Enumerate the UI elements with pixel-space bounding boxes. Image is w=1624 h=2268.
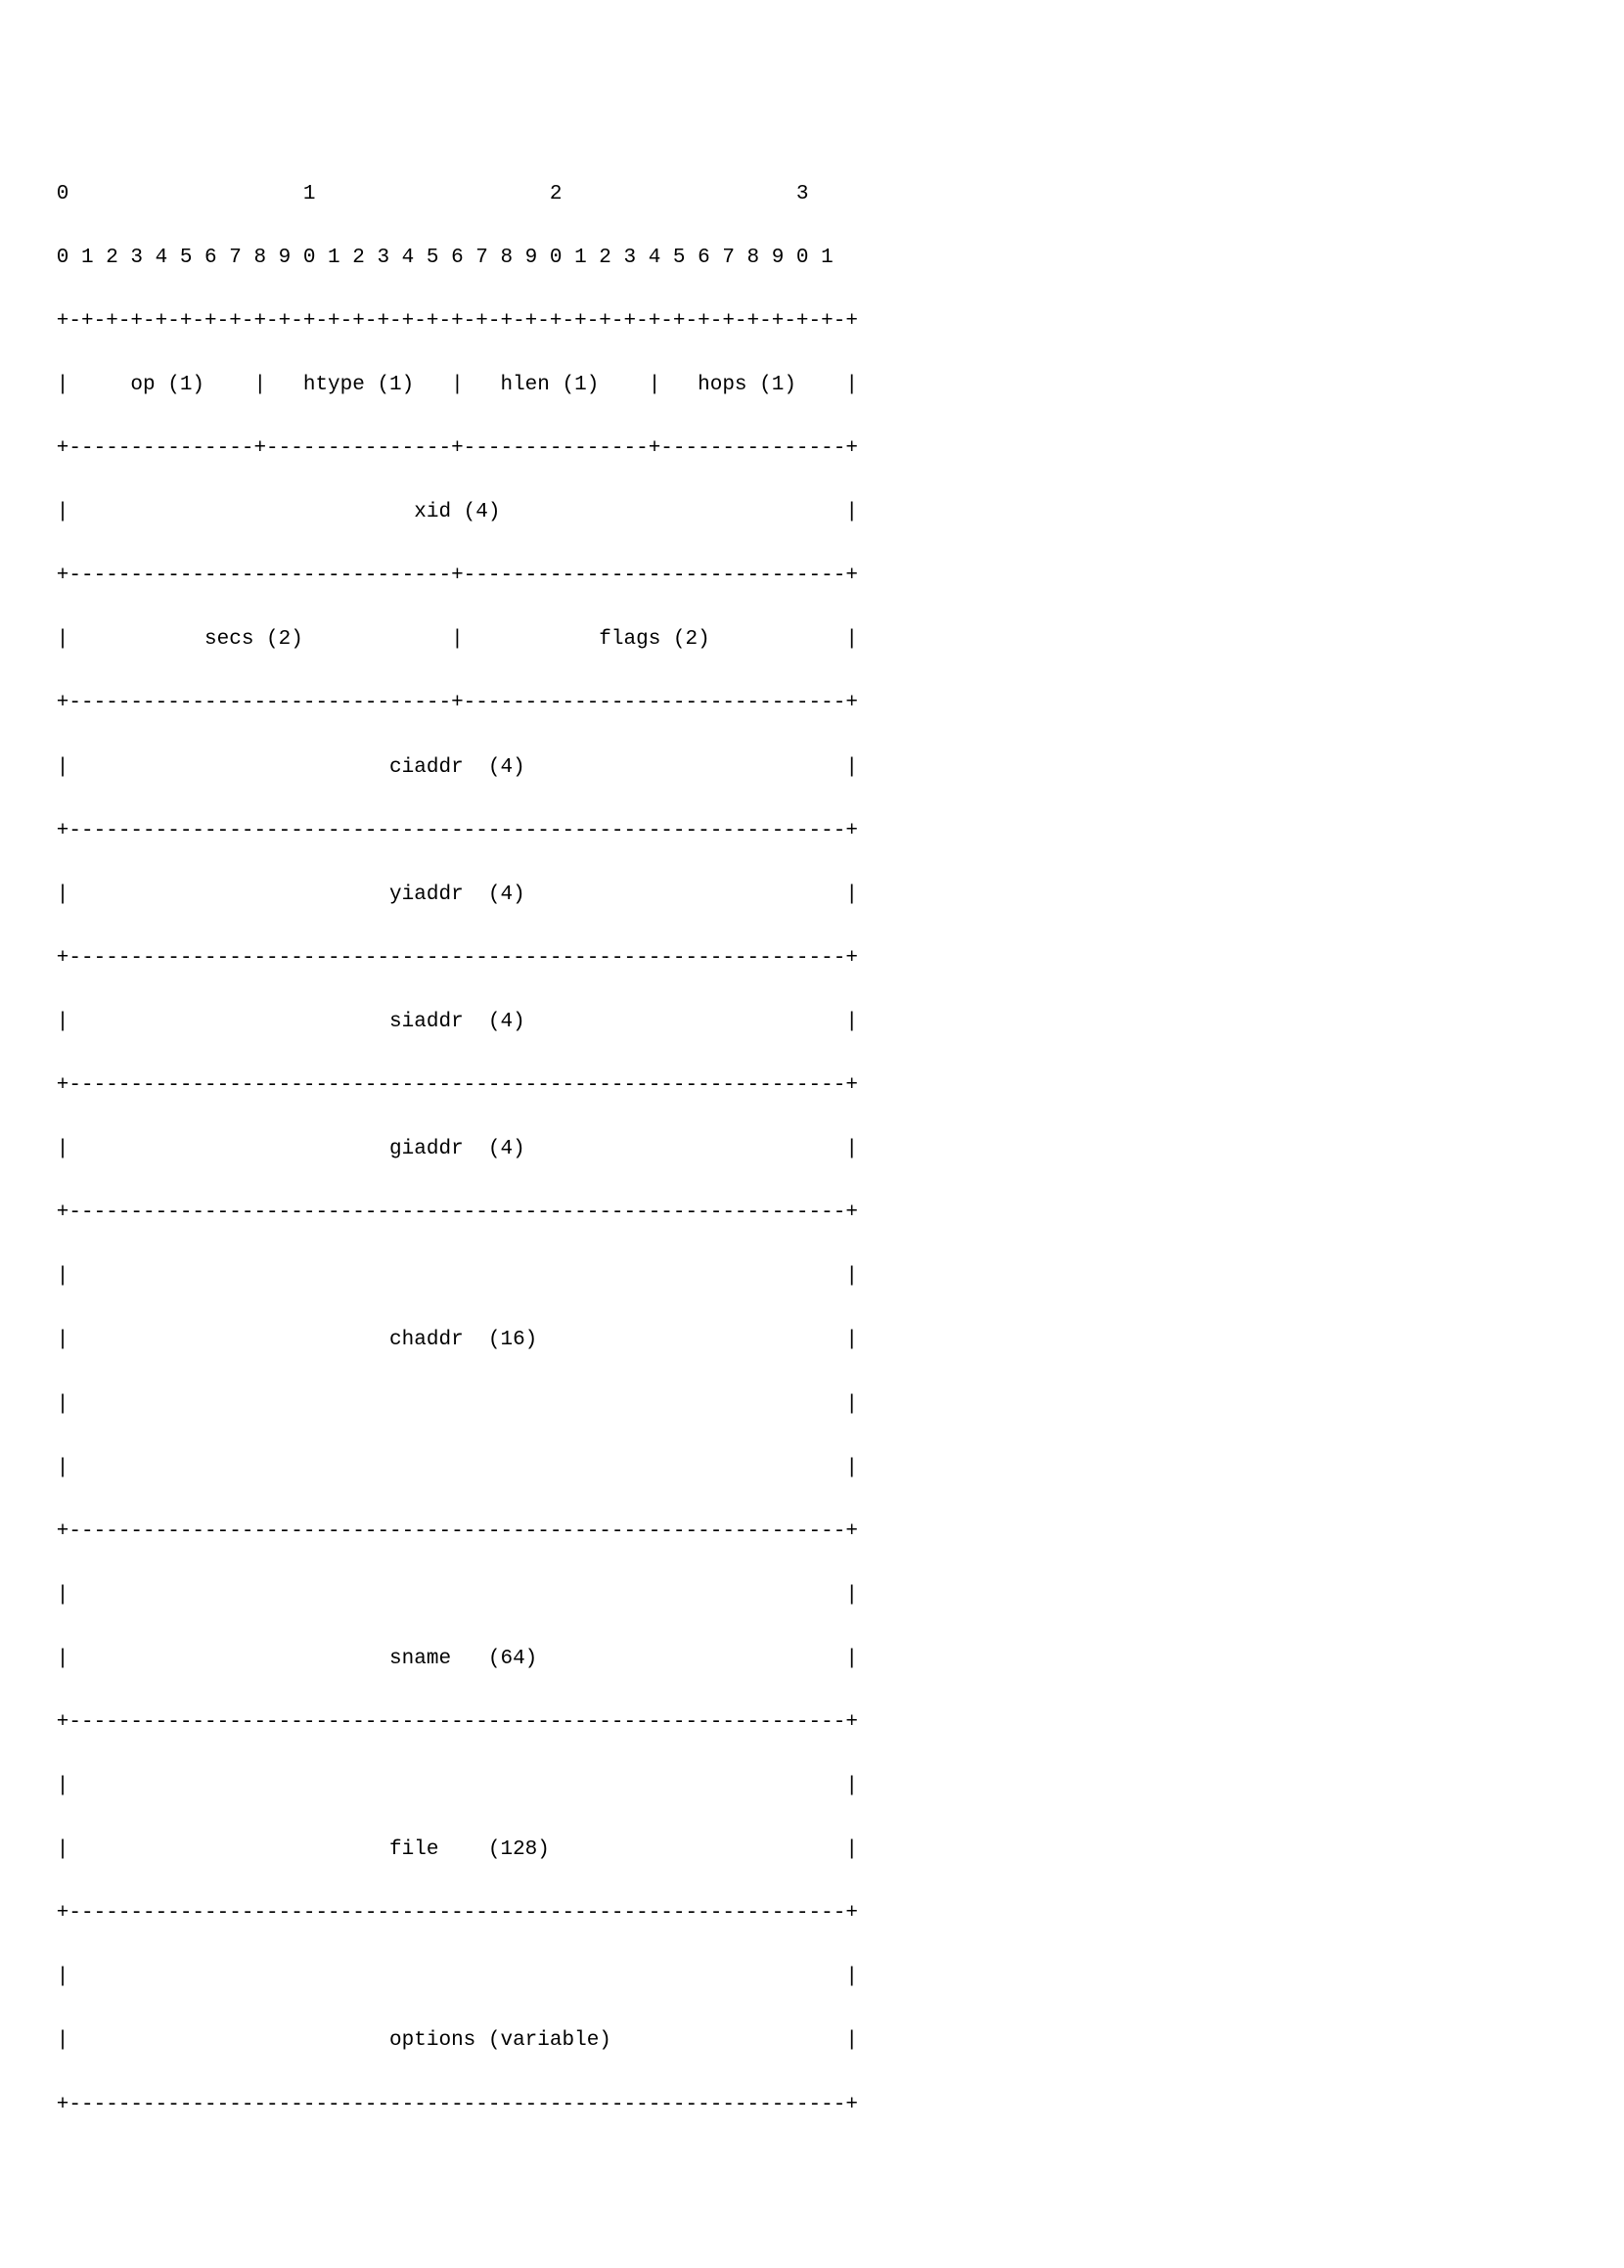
border-full: +---------------------------------------… [20,1711,858,1734]
border-bottom: +---------------------------------------… [20,2094,858,2116]
border-top: +-+-+-+-+-+-+-+-+-+-+-+-+-+-+-+-+-+-+-+-… [20,310,858,333]
packet-format-diagram: 0 1 2 3 0 1 2 3 4 5 6 7 8 9 0 1 2 3 4 5 … [20,147,858,2121]
border-quad: +---------------+---------------+-------… [20,437,858,460]
row-options-pad: | | [20,1966,858,1988]
border-half: +-------------------------------+-------… [20,692,858,714]
row-secs-flags: | secs (2) | flags (2) | [20,628,858,651]
row-file-pad: | | [20,1775,858,1797]
row-chaddr-pad: | | [20,1393,858,1416]
row-ciaddr: | ciaddr (4) | [20,756,858,779]
border-half: +-------------------------------+-------… [20,565,858,587]
row-op-htype-hlen-hops: | op (1) | htype (1) | hlen (1) | hops (… [20,374,858,396]
ruler-tens: 0 1 2 3 [20,183,809,205]
row-chaddr-pad: | | [20,1457,858,1479]
border-full: +---------------------------------------… [20,820,858,842]
row-giaddr: | giaddr (4) | [20,1138,858,1160]
row-xid: | xid (4) | [20,501,858,523]
border-full: +---------------------------------------… [20,1202,858,1224]
border-full: +---------------------------------------… [20,1902,858,1925]
border-full: +---------------------------------------… [20,1520,858,1543]
row-sname: | sname (64) | [20,1648,858,1670]
row-yiaddr: | yiaddr (4) | [20,884,858,906]
row-chaddr-pad: | | [20,1265,858,1288]
row-options: | options (variable) | [20,2029,858,2052]
ruler-ones: 0 1 2 3 4 5 6 7 8 9 0 1 2 3 4 5 6 7 8 9 … [20,247,834,269]
border-full: +---------------------------------------… [20,1074,858,1097]
row-siaddr: | siaddr (4) | [20,1011,858,1033]
row-file: | file (128) | [20,1838,858,1861]
row-sname-pad: | | [20,1584,858,1607]
border-full: +---------------------------------------… [20,947,858,970]
row-chaddr: | chaddr (16) | [20,1329,858,1351]
